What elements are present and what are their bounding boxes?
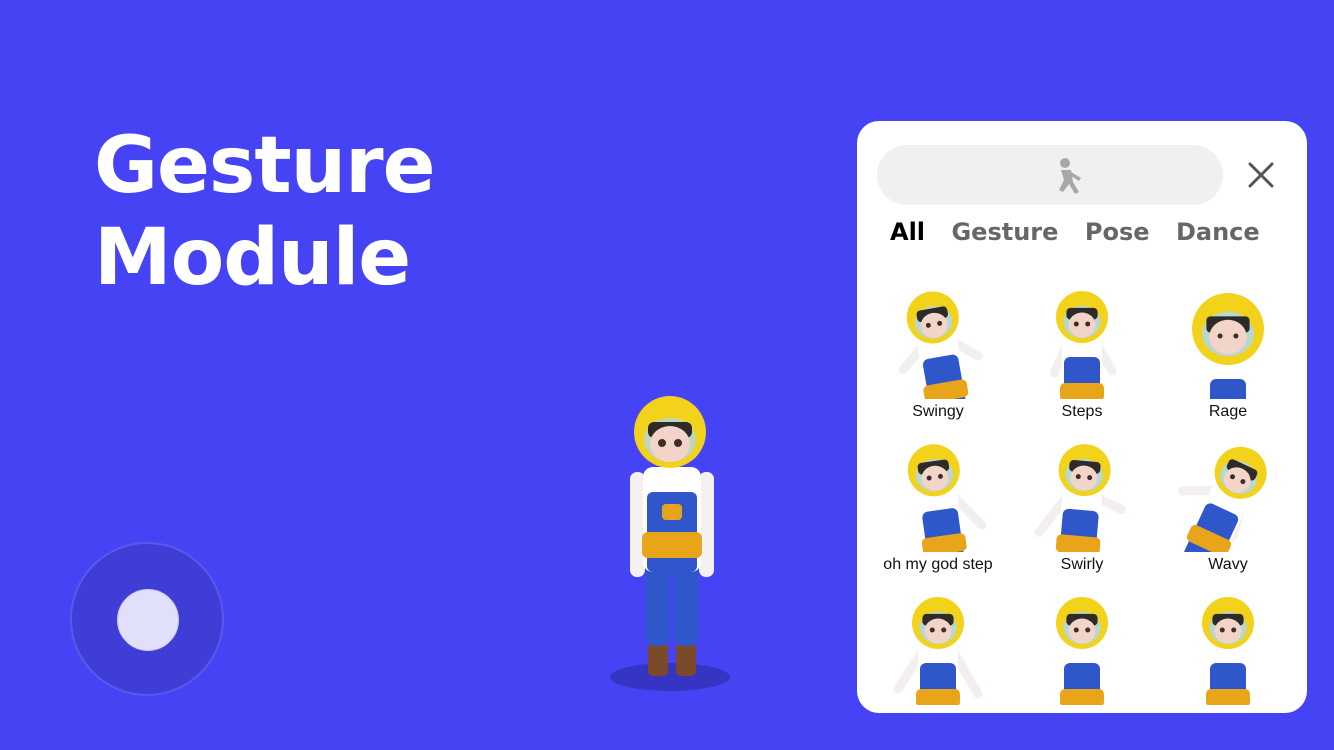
title-line-1: Gesture [94, 121, 436, 211]
close-button[interactable] [1247, 161, 1275, 189]
gesture-card[interactable]: Steps [1009, 287, 1155, 437]
gesture-thumbnail [1023, 440, 1141, 552]
title-line-2: Module [94, 213, 411, 303]
joystick-knob[interactable] [117, 589, 179, 651]
gesture-thumbnail [1023, 287, 1141, 399]
player-avatar [600, 392, 740, 692]
gesture-pose-illustration [893, 597, 983, 705]
gesture-search-bar[interactable] [877, 145, 1223, 205]
gesture-pose-illustration [1049, 291, 1117, 399]
gesture-pose-illustration [898, 291, 983, 399]
gesture-card[interactable] [865, 593, 1011, 713]
gesture-thumbnail [1169, 593, 1287, 705]
gesture-pose-illustration [907, 444, 987, 552]
gesture-pose-illustration [1056, 597, 1108, 705]
gesture-pose-illustration [1034, 444, 1126, 552]
tab-pose[interactable]: Pose [1085, 217, 1150, 247]
gesture-pose-illustration [1178, 446, 1267, 552]
gesture-thumbnail [879, 287, 997, 399]
gesture-thumbnail [879, 593, 997, 705]
gesture-card[interactable]: Rage [1155, 287, 1301, 437]
category-tabs: All Gesture Pose Dance [890, 217, 1282, 247]
gesture-card[interactable] [1155, 593, 1301, 713]
gesture-label: Swirly [1060, 556, 1104, 573]
gesture-label: Steps [1061, 403, 1103, 420]
tab-dance[interactable]: Dance [1176, 217, 1260, 247]
gesture-card[interactable] [1009, 593, 1155, 713]
gesture-card[interactable]: Wavy [1155, 440, 1301, 590]
dance-figure-icon [1059, 158, 1081, 194]
gesture-thumbnail [1023, 593, 1141, 705]
gesture-card[interactable]: Swirly [1009, 440, 1155, 590]
gesture-thumbnail [1169, 440, 1287, 552]
gesture-label: oh my god step [883, 556, 993, 573]
page-title: Gesture Module [94, 120, 436, 304]
gesture-card[interactable]: Swingy [865, 287, 1011, 437]
gesture-pose-illustration [1192, 293, 1264, 399]
gesture-thumbnail [1169, 287, 1287, 399]
gesture-panel: All Gesture Pose Dance Swingy Steps Rage… [857, 121, 1307, 713]
tab-all[interactable]: All [890, 217, 925, 247]
gesture-pose-illustration [1202, 597, 1254, 705]
gesture-thumbnail [879, 440, 997, 552]
gesture-card[interactable]: oh my god step [865, 440, 1011, 590]
gesture-label: Wavy [1208, 556, 1248, 573]
gesture-label: Rage [1208, 403, 1248, 420]
gesture-label: Swingy [912, 403, 964, 420]
movement-joystick[interactable] [70, 542, 224, 696]
tab-gesture[interactable]: Gesture [951, 217, 1058, 247]
close-x-icon [1248, 162, 1274, 188]
